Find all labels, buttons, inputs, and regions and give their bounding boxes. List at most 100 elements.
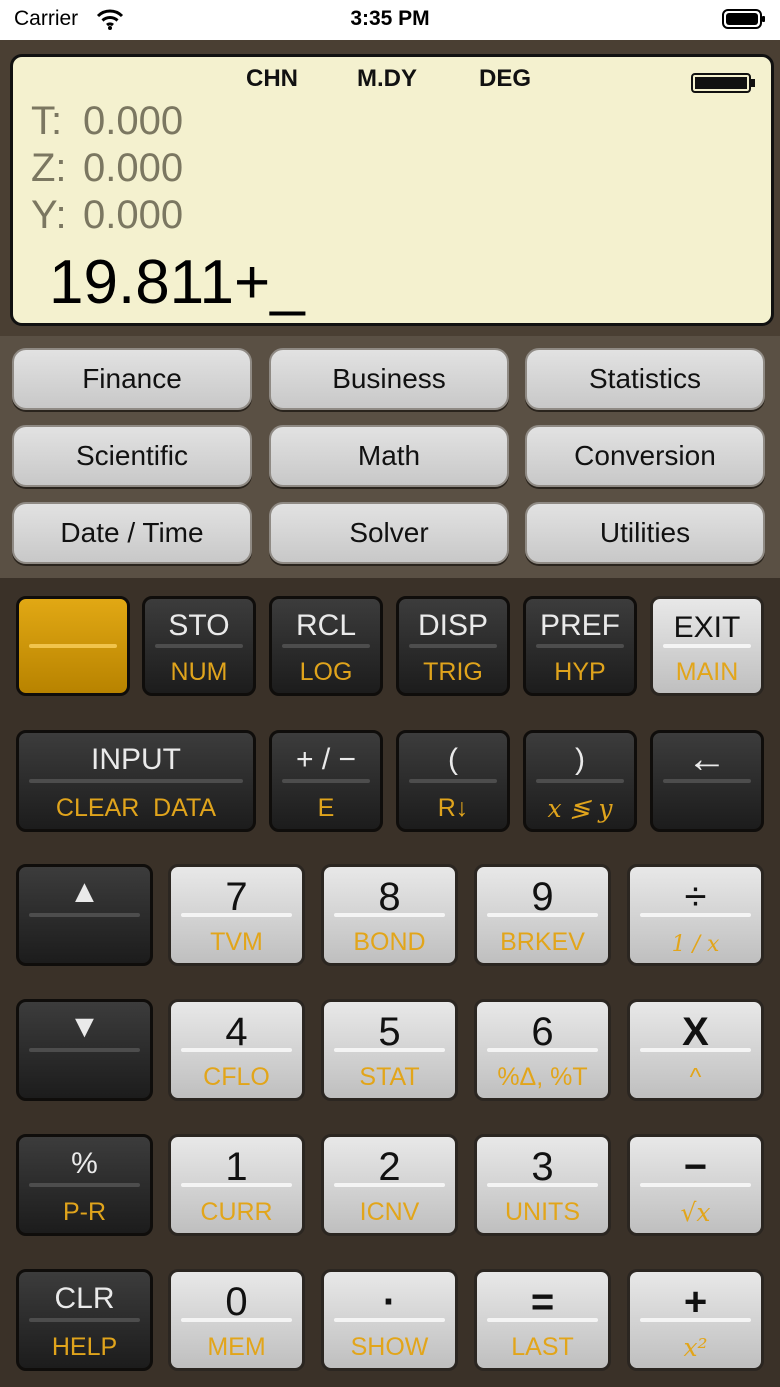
backspace-key[interactable]: ← [650,730,764,832]
key-divider [536,644,624,648]
decimal-point-key[interactable]: · SHOW [321,1269,458,1371]
backspace-icon: ← [687,737,727,781]
key-primary-label: ( [448,743,458,776]
key-shift-label: x² [683,1333,708,1362]
multiply-key[interactable]: X ^ [627,999,764,1101]
digit-6-key[interactable]: 6 %Δ, %T [474,999,611,1101]
register-y: Y: 0.000 [31,193,183,238]
key-primary-label: · [382,1280,397,1324]
input-key[interactable]: INPUT CLEAR DATA [16,730,256,832]
register-t-label: T: [31,99,63,143]
key-divider [282,779,370,783]
exit-key[interactable]: EXIT MAIN [650,596,764,696]
key-divider [282,644,370,648]
lcd-flags: CHN M.DY DEG [13,63,771,95]
menu-scientific-button[interactable]: Scientific [12,425,252,487]
digit-5-key[interactable]: 5 STAT [321,999,458,1101]
key-primary-label: 3 [531,1145,554,1189]
change-sign-key[interactable]: + / − E [269,730,383,832]
add-key[interactable]: + x² [627,1269,764,1371]
sto-key[interactable]: STO NUM [142,596,256,696]
digit-4-key[interactable]: 4 CFLO [168,999,305,1101]
digit-2-key[interactable]: 2 ICNV [321,1134,458,1236]
key-shift-label: P-R [62,1198,107,1226]
equals-key[interactable]: = LAST [474,1269,611,1371]
key-primary-label: RCL [295,609,356,642]
up-arrow-icon: ▲ [68,873,101,909]
key-shift-label: LOG [299,658,353,686]
digit-1-key[interactable]: 1 CURR [168,1134,305,1236]
key-shift-label: TRIG [423,658,483,686]
key-divider [536,779,624,783]
key-primary-label: − [683,1145,708,1189]
divide-key[interactable]: ÷ 1 / x [627,864,764,966]
lcd-battery-icon [691,73,755,93]
key-primary-label: CLR [54,1282,115,1315]
menu-finance-button[interactable]: Finance [12,348,252,410]
key-shift-label: MEM [207,1333,266,1361]
key-primary-label: = [530,1280,555,1324]
status-bar: Carrier 3:35 PM [0,0,780,40]
menu-math-button[interactable]: Math [269,425,509,487]
key-primary-label: + / − [295,743,357,776]
flag-chn: CHN [246,65,298,92]
menu-utilities-button[interactable]: Utilities [525,502,765,564]
digit-3-key[interactable]: 3 UNITS [474,1134,611,1236]
display-area: CHN M.DY DEG T: 0.000 Z: 0.000 Y: 0.000 19.… [0,40,780,336]
pref-key[interactable]: PREF HYP [523,596,637,696]
key-shift-label: x ≶ y [547,794,613,823]
clock: 3:35 PM [350,7,430,30]
digit-7-key[interactable]: 7 TVM [168,864,305,966]
flag-date-format: M.DY [357,65,417,92]
key-shift-label: ^ [689,1063,702,1091]
key-primary-label: 2 [378,1145,401,1189]
key-shift-label: R↓ [437,794,469,822]
key-shift-label: 1 / x [671,932,720,957]
menu-business-button[interactable]: Business [269,348,509,410]
key-divider [155,644,243,648]
key-primary-label: DISP [417,609,489,642]
menu-statistics-button[interactable]: Statistics [525,348,765,410]
key-primary-label: 1 [225,1145,248,1189]
menu-date-time-button[interactable]: Date / Time [12,502,252,564]
flag-angle-mode: DEG [479,65,532,92]
disp-key[interactable]: DISP TRIG [396,596,510,696]
key-shift-label: CFLO [203,1063,270,1091]
open-paren-key[interactable]: ( R↓ [396,730,510,832]
up-arrow-key[interactable]: ▲ [16,864,153,966]
key-divider [29,1318,140,1322]
menu-conversion-button[interactable]: Conversion [525,425,765,487]
key-divider [29,1183,140,1187]
key-primary-label: 7 [225,875,248,919]
x-register-entry: 19.811+_ [49,248,305,317]
key-shift-label: ICNV [359,1198,420,1226]
key-shift-label: LAST [511,1333,574,1361]
key-shift-label: MAIN [675,658,739,686]
key-shift-label: BOND [353,928,426,956]
key-shift-label: %Δ, %T [497,1063,588,1091]
clr-key[interactable]: CLR HELP [16,1269,153,1371]
key-primary-label: PREF [539,609,620,642]
key-shift-label: E [317,794,335,822]
key-divider [29,779,243,783]
close-paren-key[interactable]: ) x ≶ y [523,730,637,832]
digit-9-key[interactable]: 9 BRKEV [474,864,611,966]
down-arrow-key[interactable]: ▼ [16,999,153,1101]
key-primary-label: 4 [225,1010,248,1054]
menu-solver-button[interactable]: Solver [269,502,509,564]
key-primary-label: X [682,1010,709,1054]
digit-8-key[interactable]: 8 BOND [321,864,458,966]
shift-key[interactable] [16,596,130,696]
down-arrow-icon: ▼ [68,1008,101,1044]
key-shift-label: SHOW [350,1333,429,1361]
rcl-key[interactable]: RCL LOG [269,596,383,696]
key-shift-label: TVM [210,928,263,956]
key-shift-label: HELP [51,1333,118,1361]
subtract-key[interactable]: − √x [627,1134,764,1236]
key-divider [409,644,497,648]
digit-0-key[interactable]: 0 MEM [168,1269,305,1371]
percent-key[interactable]: % P-R [16,1134,153,1236]
key-primary-label: 6 [531,1010,554,1054]
key-divider [29,1048,140,1052]
register-z-label: Z: [31,146,67,190]
